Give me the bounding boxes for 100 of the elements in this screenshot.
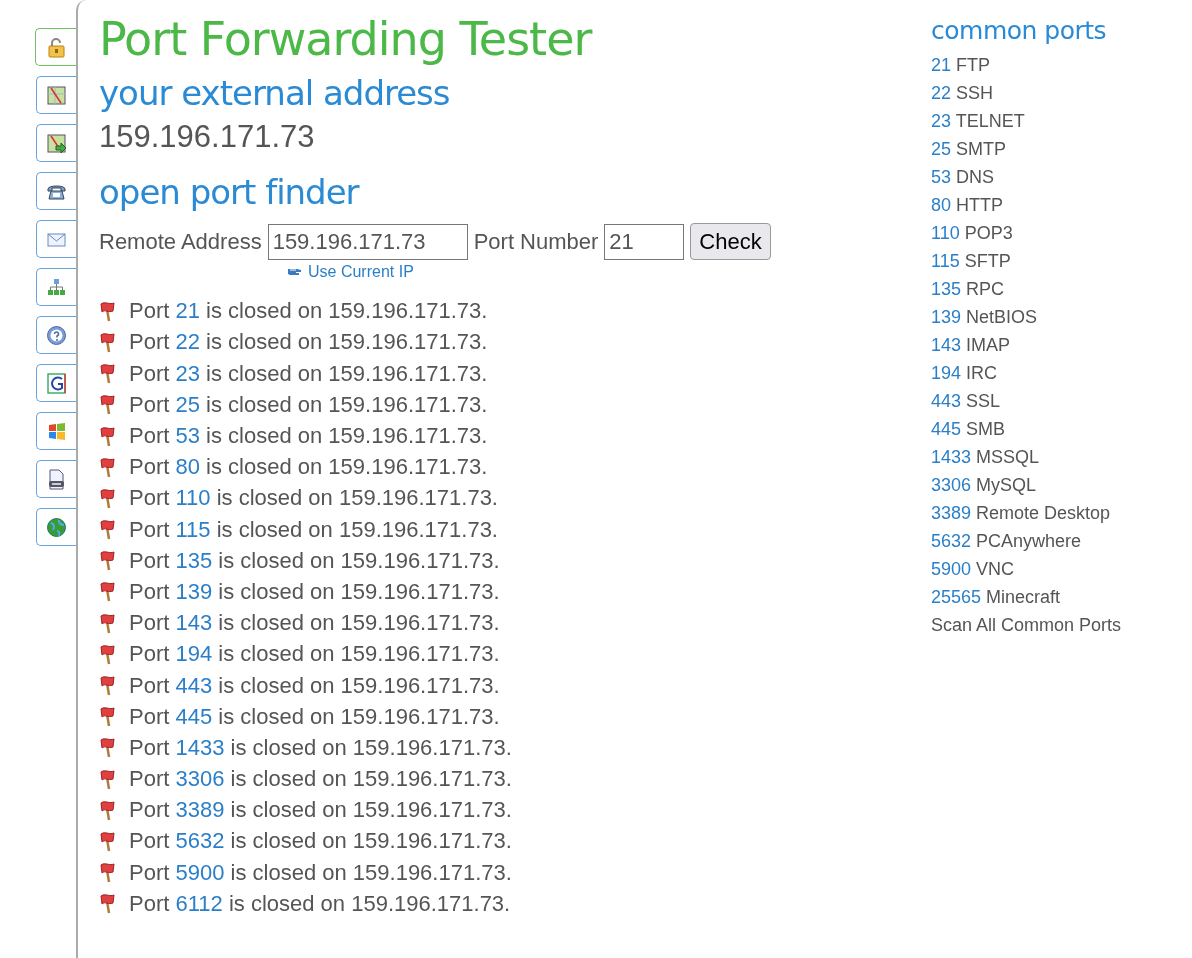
port-entry: 23 TELNET [931, 110, 1026, 133]
result-text: Port 53 is closed on 159.196.171.73. [129, 422, 488, 451]
port-link[interactable]: 25565 [931, 587, 982, 607]
input-field[interactable]: 159.196.171.73 [267, 223, 468, 260]
ip-address: 159.196.171.73 [99, 118, 316, 156]
port-link[interactable]: 5900 [175, 859, 225, 885]
port-link[interactable]: 143 [175, 610, 213, 636]
map-icon [45, 131, 68, 155]
port-entry: 22 SSH [931, 82, 995, 105]
port-entry: 21 FTP [931, 54, 992, 77]
check-button[interactable]: Check [690, 223, 771, 261]
port-link[interactable]: 443 [931, 391, 962, 411]
port-link[interactable]: 3389 [931, 503, 972, 523]
port-link[interactable]: 115 [175, 516, 211, 542]
sidebar-tab[interactable] [36, 460, 76, 498]
port-link[interactable]: 443 [175, 672, 213, 698]
port-link[interactable]: 445 [931, 419, 962, 439]
port-entry: 143 IMAP [931, 334, 1012, 357]
port-entry: 5632 PCAnywhere [931, 530, 1083, 553]
port-link[interactable]: 194 [175, 641, 213, 667]
port-link[interactable]: 25 [175, 391, 200, 417]
port-entry: 110 POP3 [931, 222, 1014, 245]
port-link[interactable]: 22 [175, 329, 200, 355]
port-link[interactable]: 110 [175, 485, 211, 511]
port-link[interactable]: 135 [175, 547, 213, 573]
port-entry: 3306 MySQL [931, 474, 1038, 497]
field-label: Port Number [473, 228, 599, 257]
port-entry: 53 DNS [931, 166, 996, 189]
sidebar-tab[interactable] [36, 508, 76, 546]
port-entry: 443 SSL [931, 390, 1002, 413]
port-link[interactable]: 80 [175, 454, 200, 480]
result-text: Port 3389 is closed on 159.196.171.73. [129, 796, 512, 825]
port-link[interactable]: 139 [175, 578, 213, 604]
port-link[interactable]: 3306 [931, 475, 972, 495]
port-link[interactable]: 21 [175, 298, 200, 324]
port-link[interactable]: 1433 [931, 447, 972, 467]
port-link[interactable]: 23 [175, 360, 200, 386]
port-link[interactable]: 115 [931, 251, 960, 271]
port-entry: 115 SFTP [931, 250, 1012, 273]
sidebar-tab[interactable] [36, 124, 76, 162]
result-text: Port 143 is closed on 159.196.171.73. [129, 609, 500, 638]
port-link[interactable]: 3389 [175, 797, 225, 823]
result-text: Port 110 is closed on 159.196.171.73. [129, 484, 498, 513]
port-link[interactable]: 6112 [175, 890, 223, 916]
globe-icon [45, 515, 68, 539]
field-label: Remote Address [99, 228, 262, 257]
port-link[interactable]: 139 [931, 307, 962, 327]
result-text: Port 194 is closed on 159.196.171.73. [129, 640, 500, 669]
port-entry: 5900 VNC [931, 558, 1016, 581]
result-text: Port 1433 is closed on 159.196.171.73. [129, 733, 512, 762]
result-text: Port 443 is closed on 159.196.171.73. [129, 671, 500, 700]
port-link[interactable]: 110 [931, 223, 960, 243]
sidebar-tab[interactable] [36, 364, 76, 402]
port-link[interactable]: 5632 [175, 828, 225, 854]
port-entry: 139 NetBIOS [931, 306, 1039, 329]
port-link[interactable]: 21 [931, 55, 952, 75]
result-text: Port 445 is closed on 159.196.171.73. [129, 702, 500, 731]
port-link[interactable]: 5632 [931, 531, 972, 551]
result-text: Port 115 is closed on 159.196.171.73. [129, 515, 498, 544]
result-text: Port 6112 is closed on 159.196.171.73. [129, 889, 511, 918]
sidebar-tab[interactable] [36, 172, 76, 210]
result-text: Port 139 is closed on 159.196.171.73. [129, 577, 500, 606]
port-link[interactable]: 135 [931, 279, 962, 299]
port-entry: 1433 MSSQL [931, 446, 1041, 469]
result-text: Port 80 is closed on 159.196.171.73. [129, 453, 488, 482]
result-text: Port 21 is closed on 159.196.171.73. [129, 297, 488, 326]
port-link[interactable]: 445 [175, 703, 213, 729]
port-link[interactable]: 53 [931, 167, 952, 187]
port-link[interactable]: 3306 [175, 766, 225, 792]
result-text: Port 3306 is closed on 159.196.171.73. [129, 765, 512, 794]
sidebar-tab[interactable] [36, 412, 76, 450]
port-entry: 80 HTTP [931, 194, 1005, 217]
port-link[interactable]: 23 [931, 111, 952, 131]
port-entry: 194 IRC [931, 362, 999, 385]
section-heading: your external address [99, 76, 451, 110]
section-heading: common ports [931, 16, 1108, 46]
sidebar-tab[interactable] [36, 316, 76, 354]
port-link[interactable]: 25 [931, 139, 952, 159]
input-field[interactable]: 21 [604, 223, 685, 260]
port-link[interactable]: 22 [931, 83, 952, 103]
scan-all-link[interactable]: Scan All Common Ports [931, 615, 1122, 635]
result-text: Port 5900 is closed on 159.196.171.73. [129, 858, 512, 887]
port-link[interactable]: 5900 [931, 559, 972, 579]
port-link[interactable]: 143 [931, 335, 962, 355]
section-heading: open port finder [99, 175, 361, 210]
result-text: Port 135 is closed on 159.196.171.73. [129, 546, 500, 575]
port-entry: 135 RPC [931, 278, 1006, 301]
use-current-ip-link[interactable]: Use Current IP [287, 260, 414, 285]
port-link[interactable]: 194 [931, 363, 962, 383]
result-text: Port 22 is closed on 159.196.171.73. [129, 328, 488, 357]
help-icon [45, 323, 68, 347]
port-link[interactable]: 80 [931, 195, 952, 215]
port-link[interactable]: 53 [175, 423, 200, 449]
port-entry: 3389 Remote Desktop [931, 502, 1112, 525]
port-link[interactable]: 1433 [175, 734, 225, 760]
result-text: Port 23 is closed on 159.196.171.73. [129, 359, 488, 388]
result-text: Port 25 is closed on 159.196.171.73. [129, 390, 488, 419]
port-entry: 25565 Minecraft [931, 586, 1062, 609]
map-icon [45, 83, 68, 107]
port-entry: 445 SMB [931, 418, 1007, 441]
